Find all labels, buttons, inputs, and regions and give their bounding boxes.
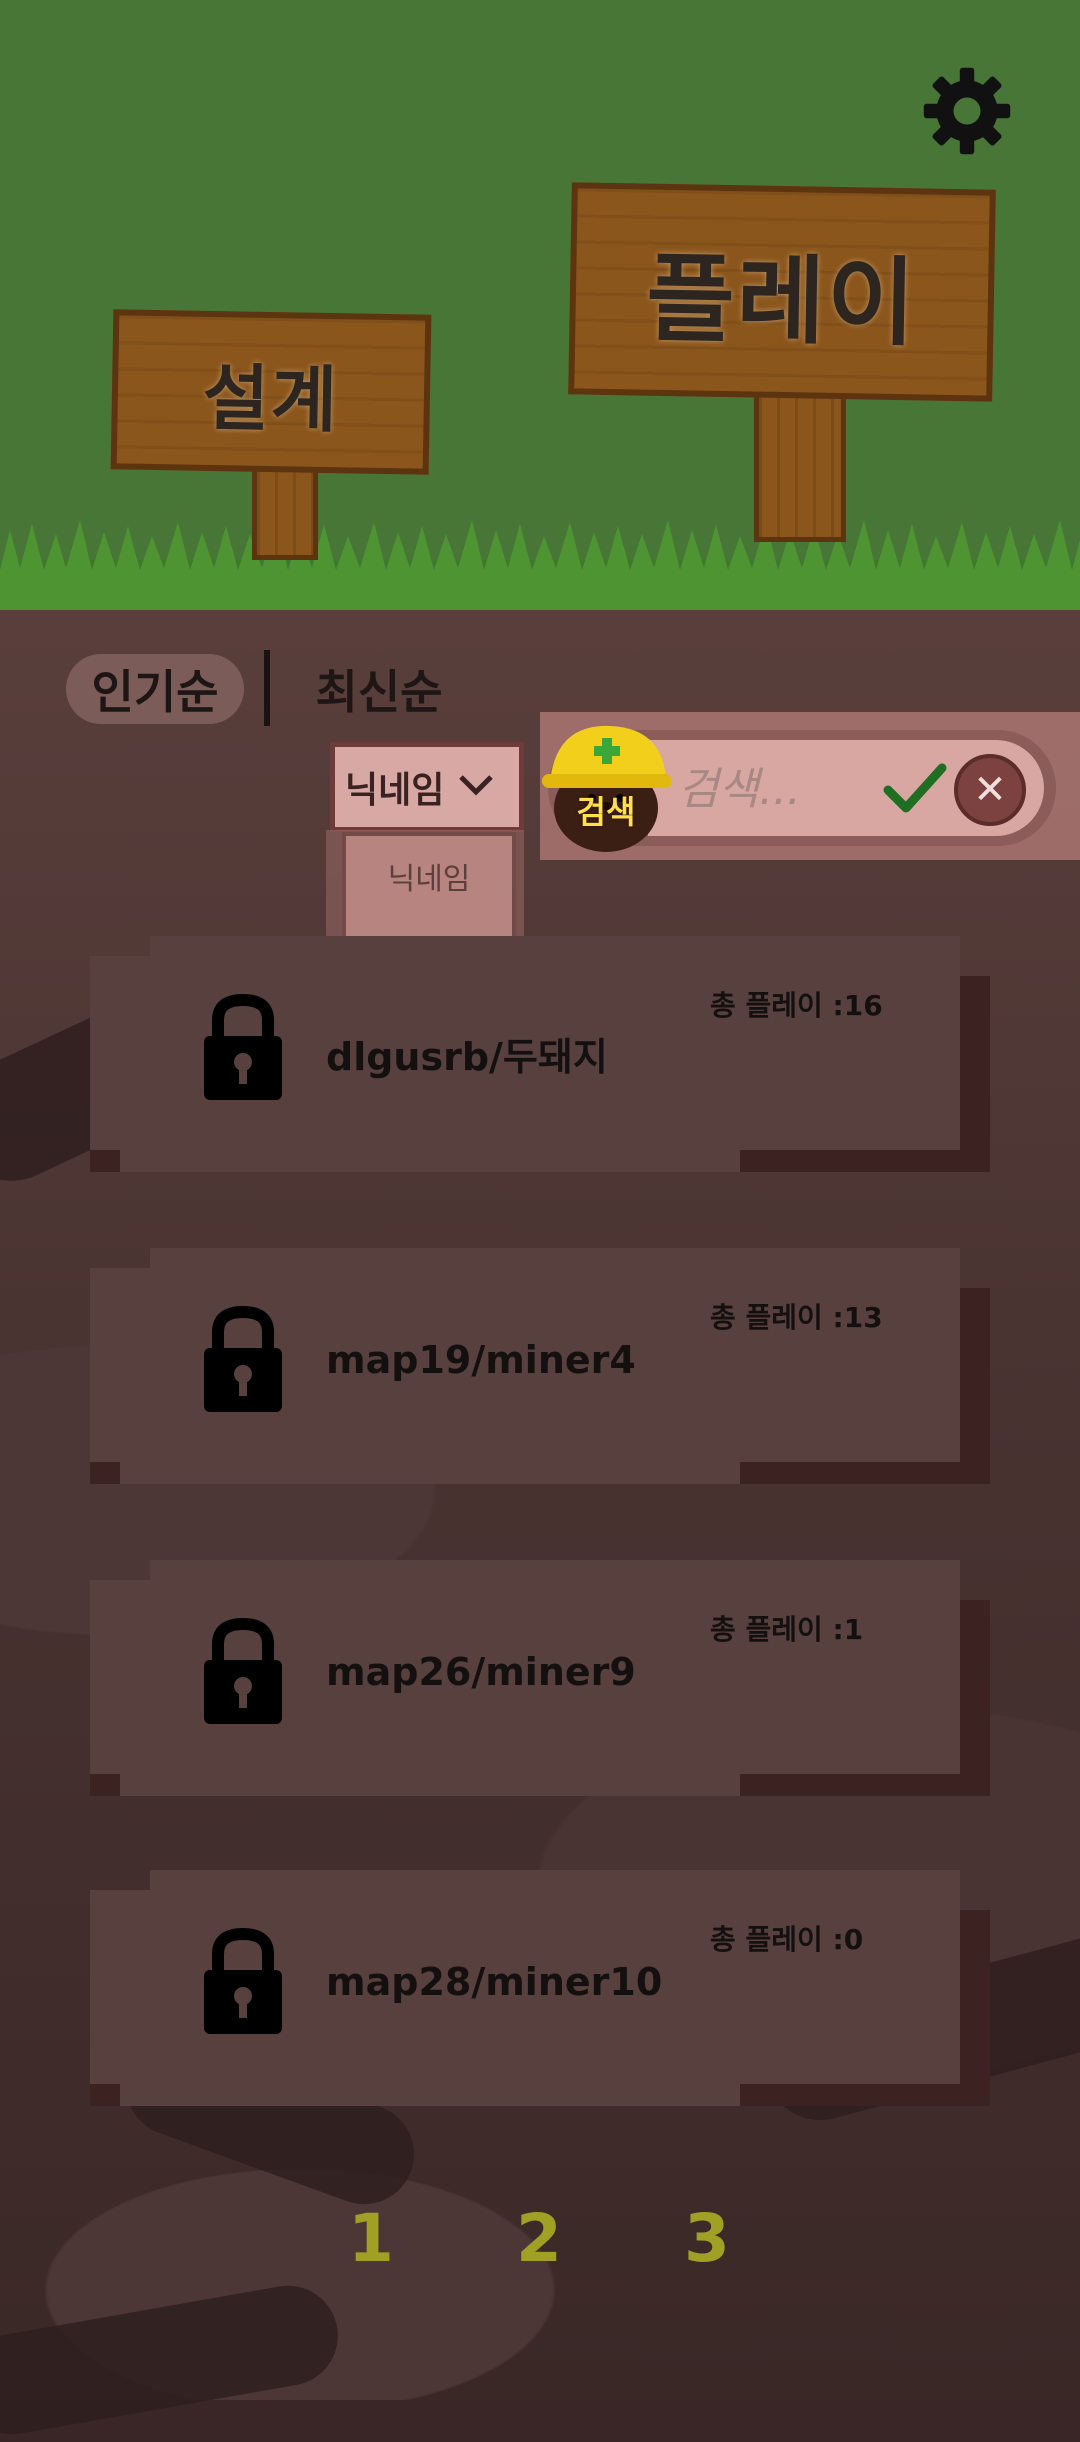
ground-background bbox=[0, 590, 1080, 2442]
sort-tab-latest[interactable]: 최신순 bbox=[296, 654, 462, 724]
gear-icon[interactable] bbox=[922, 66, 1012, 156]
map-name: map19/miner4 bbox=[326, 1338, 636, 1382]
tunnel-decoration bbox=[0, 2277, 346, 2442]
lock-icon bbox=[204, 1928, 282, 2034]
page-number-3[interactable]: 3 bbox=[672, 2198, 742, 2278]
lock-icon bbox=[204, 1306, 282, 1412]
page-number-1[interactable]: 1 bbox=[336, 2198, 406, 2278]
map-name: map26/miner9 bbox=[326, 1650, 636, 1694]
sort-tab-popular[interactable]: 인기순 bbox=[66, 654, 244, 724]
search-input[interactable] bbox=[676, 752, 880, 826]
design-sign[interactable]: 설계 bbox=[110, 309, 432, 475]
close-icon[interactable]: ✕ bbox=[954, 754, 1026, 826]
mascot-search-label: 검색 bbox=[576, 793, 636, 831]
map-card[interactable]: map28/miner10 총 플레이 :0 bbox=[90, 1870, 990, 2106]
map-card[interactable]: map26/miner9 총 플레이 :1 bbox=[90, 1560, 990, 1796]
play-sign-post bbox=[754, 392, 846, 542]
play-sign[interactable]: 플레이 bbox=[568, 182, 996, 402]
lock-icon bbox=[204, 1618, 282, 1724]
map-play-count: 총 플레이 :1 bbox=[710, 1613, 864, 1646]
map-card[interactable]: dlgusrb/두돼지 총 플레이 :16 bbox=[90, 936, 990, 1172]
map-name: map28/miner10 bbox=[326, 1960, 663, 2004]
map-play-count: 총 플레이 :0 bbox=[710, 1923, 864, 1956]
search-type-dropdown[interactable]: 닉네임 bbox=[330, 742, 524, 832]
search-type-selected: 닉네임 bbox=[345, 770, 445, 811]
design-sign-post bbox=[252, 460, 318, 560]
page-number-2[interactable]: 2 bbox=[504, 2198, 574, 2278]
grass-strip bbox=[0, 520, 1080, 610]
map-name: dlgusrb/두돼지 bbox=[326, 1035, 608, 1079]
sort-divider bbox=[264, 650, 270, 726]
map-card[interactable]: map19/miner4 총 플레이 :13 bbox=[90, 1248, 990, 1484]
lock-icon bbox=[204, 994, 282, 1100]
chevron-down-icon bbox=[458, 770, 494, 805]
map-play-count: 총 플레이 :13 bbox=[710, 1301, 883, 1334]
map-play-count: 총 플레이 :16 bbox=[710, 989, 883, 1022]
check-icon[interactable] bbox=[880, 754, 950, 824]
